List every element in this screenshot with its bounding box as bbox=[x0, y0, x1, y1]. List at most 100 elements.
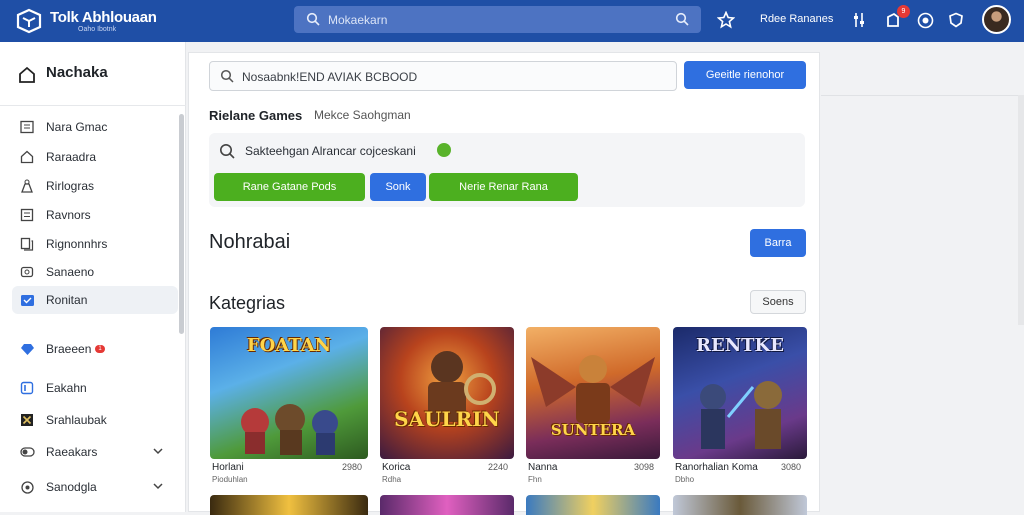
sidebar-scrollbar[interactable] bbox=[179, 114, 184, 334]
game-thumbnail[interactable]: SAULRIN bbox=[380, 327, 514, 459]
user-icon bbox=[18, 177, 36, 195]
bar-icon bbox=[18, 379, 36, 397]
search-icon bbox=[220, 69, 234, 83]
sidebar-item-4[interactable]: Ravnors bbox=[12, 201, 178, 229]
sidebar-item-5[interactable]: Rignonnhrs bbox=[12, 230, 178, 258]
shield-icon[interactable] bbox=[945, 9, 967, 31]
card-subtitle: Fhn bbox=[528, 475, 542, 484]
card-subtitle: Pioduhlan bbox=[212, 475, 248, 484]
settings-icon bbox=[18, 478, 36, 496]
home-icon bbox=[19, 66, 35, 83]
sidebar-item-8[interactable]: Braeeen 1 bbox=[12, 335, 178, 363]
sidebar-item-label: Srahlaubak bbox=[46, 413, 107, 427]
list-icon bbox=[18, 118, 36, 136]
sidebar-item-label: Rirlogras bbox=[46, 179, 95, 193]
diamond-icon bbox=[18, 340, 36, 358]
card-title: Ranorhalian Koma bbox=[675, 462, 758, 473]
search-submit-icon[interactable] bbox=[675, 12, 689, 26]
sidebar-item-label: Eakahn bbox=[46, 381, 87, 395]
sidebar-heading[interactable]: Nachaka bbox=[46, 64, 108, 81]
sidebar-item-label: Ravnors bbox=[46, 208, 91, 222]
pages-icon bbox=[18, 235, 36, 253]
card-subtitle: Dbho bbox=[675, 475, 695, 484]
thumbnail-title: SUNTERA bbox=[550, 421, 636, 439]
notification-badge: 9 bbox=[897, 5, 910, 18]
avatar[interactable] bbox=[982, 5, 1011, 34]
sidebar-item-label: Nara Gmac bbox=[46, 120, 108, 134]
sidebar-divider bbox=[0, 105, 186, 106]
filter-chip-2[interactable]: Sonk bbox=[370, 173, 426, 201]
thumbnail-title: FOATAN bbox=[246, 335, 332, 356]
sidebar-item-11[interactable]: Raeakars bbox=[12, 438, 178, 466]
tab-featured[interactable]: Rielane Games bbox=[209, 108, 302, 123]
folder-icon bbox=[18, 291, 36, 309]
game-card-partial[interactable] bbox=[210, 495, 368, 515]
sidebar-item-7[interactable]: Ronitan bbox=[12, 286, 178, 314]
thumbnail-title: SAULRIN bbox=[394, 407, 500, 431]
search-submit-button[interactable]: Geeitle rienohor bbox=[684, 61, 806, 89]
sidebar-item-label: Sanodgla bbox=[46, 480, 97, 494]
emoji-icon[interactable] bbox=[914, 9, 936, 31]
game-thumbnail[interactable]: SUNTERA bbox=[526, 327, 660, 459]
chevron-down-icon[interactable] bbox=[152, 445, 164, 457]
image-icon bbox=[18, 263, 36, 281]
status-dot-icon bbox=[437, 143, 451, 157]
game-thumbnail[interactable]: RENTKE bbox=[673, 327, 807, 459]
sidebar-item-label: Sanaeno bbox=[46, 265, 95, 279]
sidebar: Nachaka Nara Gmac Raraadra Rirlogras Rav… bbox=[0, 42, 186, 512]
filter-chip-3[interactable]: Nerie Renar Rana bbox=[429, 173, 578, 201]
game-card-partial[interactable] bbox=[380, 495, 514, 515]
sidebar-item-1[interactable]: Nara Gmac bbox=[12, 113, 178, 141]
search-value: Nosaabnk!END AVIAK BCBOOD bbox=[242, 70, 418, 84]
sidebar-item-label: Braeeen bbox=[46, 342, 92, 356]
x-icon bbox=[18, 411, 36, 429]
game-thumbnail[interactable]: FOATAN bbox=[210, 327, 368, 459]
search-placeholder: Mokaekarn bbox=[328, 13, 388, 27]
right-scrollbar[interactable] bbox=[1018, 95, 1024, 325]
section-2-button[interactable]: Soens bbox=[750, 290, 806, 314]
brand-subtitle: Oaho Ibotnk bbox=[78, 26, 117, 33]
card-title: Nanna bbox=[528, 462, 558, 473]
search-icon bbox=[220, 144, 235, 159]
sidebar-badge: 1 bbox=[95, 345, 105, 353]
sidebar-item-9[interactable]: Eakahn bbox=[12, 374, 178, 402]
section-title-new: Nohrabai bbox=[209, 231, 291, 253]
tab-secondary[interactable]: Mekce Saohgman bbox=[314, 108, 411, 122]
thumbnail-title: RENTKE bbox=[696, 335, 784, 356]
card-subtitle: Rdha bbox=[382, 475, 402, 484]
card-count: 3098 bbox=[633, 462, 654, 472]
brand-title[interactable]: Tolk Abhlouaan bbox=[50, 9, 157, 26]
main-search-input[interactable]: Nosaabnk!END AVIAK BCBOOD bbox=[209, 61, 677, 91]
sidebar-item-label: Raeakars bbox=[46, 445, 98, 459]
settings-sliders-icon[interactable] bbox=[848, 9, 870, 31]
sidebar-item-12[interactable]: Sanodgla bbox=[12, 473, 178, 501]
sidebar-item-10[interactable]: Srahlaubak bbox=[12, 406, 178, 434]
main-content: Nosaabnk!END AVIAK BCBOOD Geeitle rienoh… bbox=[188, 52, 820, 515]
game-card-partial[interactable] bbox=[673, 495, 807, 515]
star-icon[interactable] bbox=[715, 9, 737, 31]
document-icon bbox=[18, 206, 36, 224]
right-panel bbox=[821, 52, 1024, 512]
card-title: Korica bbox=[382, 462, 411, 473]
sidebar-item-label: Ronitan bbox=[46, 293, 88, 307]
sidebar-item-3[interactable]: Rirlogras bbox=[12, 172, 178, 200]
search-icon bbox=[306, 12, 320, 26]
logo-icon[interactable] bbox=[16, 8, 42, 34]
filter-panel: Sakteehgan Alrancar cojceskani Rane Gata… bbox=[209, 133, 805, 207]
header-link[interactable]: Rdee Rananes bbox=[760, 13, 833, 25]
section-1-button[interactable]: Barra bbox=[750, 229, 806, 257]
sidebar-item-label: Rignonnhrs bbox=[46, 237, 108, 251]
chevron-down-icon[interactable] bbox=[152, 480, 164, 492]
sidebar-item-label: Raraadra bbox=[46, 150, 97, 164]
game-art bbox=[531, 355, 655, 423]
filter-chip-1[interactable]: Rane Gatane Pods bbox=[214, 173, 365, 201]
game-art bbox=[428, 351, 496, 422]
panel-title: Sakteehgan Alrancar cojceskani bbox=[245, 144, 416, 158]
sidebar-item-2[interactable]: Raraadra bbox=[12, 143, 178, 171]
home-icon bbox=[18, 148, 36, 166]
card-count: 2240 bbox=[487, 462, 508, 472]
game-card-partial[interactable] bbox=[526, 495, 660, 515]
global-search-input[interactable]: Mokaekarn bbox=[294, 6, 701, 33]
card-count: 2980 bbox=[341, 462, 362, 472]
sidebar-item-6[interactable]: Sanaeno bbox=[12, 258, 178, 286]
